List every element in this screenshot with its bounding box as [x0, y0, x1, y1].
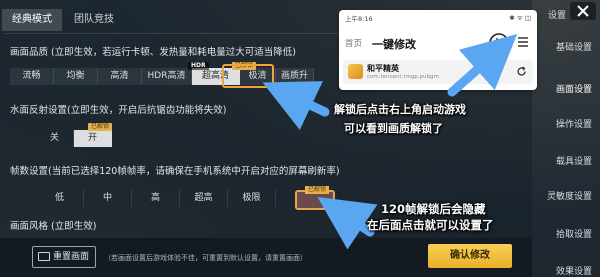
arrow-to-framerate	[317, 197, 378, 250]
arrow-to-quality	[262, 81, 330, 130]
callout-see-quality: 可以看到画质解锁了	[344, 122, 443, 135]
callout-click-back: 在后面点击就可以设置了	[367, 218, 494, 232]
callout-unlock-start: 解锁后点击右上角启动游戏	[334, 103, 466, 116]
annotation-arrows	[262, 34, 518, 250]
arrow-to-launch	[447, 34, 518, 97]
callout-fps-hidden: 120帧解锁后会隐藏	[381, 202, 486, 216]
